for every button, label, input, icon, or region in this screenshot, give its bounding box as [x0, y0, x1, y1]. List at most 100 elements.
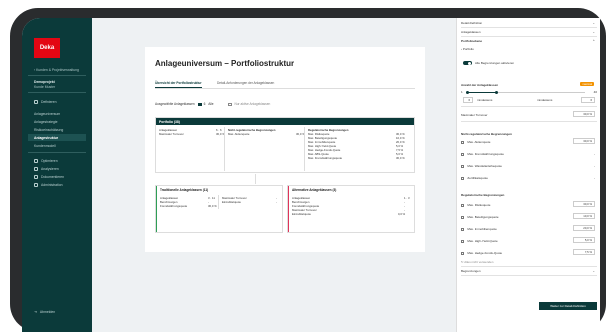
row-label: Einzeltitelquote [222, 200, 241, 204]
main-area: Anlageuniversum – Portfoliostruktur Über… [92, 18, 456, 332]
range-handle-min[interactable] [466, 91, 469, 94]
nav-definieren[interactable]: Definieren [28, 98, 86, 105]
checkbox[interactable] [461, 215, 465, 219]
checkbox[interactable] [461, 176, 465, 180]
limit-label: Max. Wandelanleihequote [467, 164, 502, 168]
checkbox[interactable] [461, 227, 465, 231]
row-label: Einzeltitelquote [292, 212, 311, 216]
count-badge[interactable]: maximal [580, 82, 594, 86]
min-input[interactable]: 6 [463, 97, 473, 103]
limit-input[interactable]: 30,0 % [573, 138, 595, 144]
chevron-down-icon: ⌄ [592, 21, 595, 25]
nav-anlageuniversum[interactable]: Anlageuniversum [28, 110, 86, 117]
chevron-down-icon: ⌄ [592, 269, 595, 273]
filter-value: 6 [203, 102, 206, 106]
limit-input[interactable]: 5,0 % [573, 237, 595, 243]
logout-button[interactable]: ⇥ Abmelden [28, 308, 86, 315]
row-label: Maximaler Turnover [159, 132, 184, 136]
screen: Deka ‹ Kunden & Projektverwaltung Demopr… [22, 18, 600, 332]
limit-input[interactable]: 10,0 % [573, 213, 595, 219]
row-value: 30,0 % [396, 156, 405, 160]
more-label: Alles nicht verwenden [464, 260, 494, 264]
limit-label: Max. Risikoquote [467, 203, 491, 207]
accordion-label: Portfolioebene [461, 39, 483, 43]
sub-label: Portfolio [462, 47, 474, 51]
nav-optimieren[interactable]: Optimieren [28, 157, 86, 164]
limit-value: - [594, 164, 595, 168]
content-card: Anlageuniversum – Portfoliostruktur Über… [145, 47, 425, 252]
row-value: - [276, 200, 277, 204]
range-handle-max[interactable] [495, 91, 498, 94]
slider-max: 40 [593, 90, 597, 94]
nav-administration[interactable]: Administration [28, 181, 86, 188]
portfolio-title: Portfolio (38) [156, 118, 414, 125]
nav-risiko[interactable]: Risikoeinschätzung [28, 126, 86, 133]
checkbox[interactable] [461, 251, 465, 255]
filter-all[interactable]: Alle [208, 102, 213, 106]
nav-label: Kundenmodell [34, 143, 56, 148]
more-link[interactable]: ↻ Alles nicht verwenden [461, 260, 597, 264]
divider [461, 266, 597, 267]
limit-input[interactable]: 20,0 % [573, 225, 595, 231]
nav-kundenmodell[interactable]: Kundenmodell [28, 142, 86, 149]
divider [218, 195, 219, 209]
nav-analysieren[interactable]: Analysieren [28, 165, 86, 172]
divider [28, 92, 86, 93]
limit-label: Max. High-Yield-Quote [467, 239, 498, 243]
row-value: 0,0 % [398, 212, 406, 216]
accordion-anlageklassen[interactable]: Anlageklassen ⌄ [461, 30, 597, 34]
limit-input[interactable]: 7,5 % [573, 249, 595, 255]
tab-overview[interactable]: Übersicht der Portfoliostruktur [155, 81, 202, 88]
accordion-label: Begrenzungen [461, 269, 481, 273]
divider [461, 106, 597, 107]
limit-label: Max. Immobilienquote [467, 227, 497, 231]
nav-dokumentieren[interactable]: Dokumentieren [28, 173, 86, 180]
toggle-icon[interactable] [197, 102, 202, 106]
checkbox[interactable] [461, 203, 465, 207]
nav-anlagestruktur[interactable]: Anlagestruktur [28, 134, 86, 141]
nav-anlagestrategie[interactable]: Anlagestrategie [28, 118, 86, 125]
accordion-label: Detail-Definition [461, 21, 483, 25]
back-link[interactable]: ‹ Kunden & Projektverwaltung [34, 68, 79, 72]
nav-label: Risikoeinschätzung [34, 127, 64, 132]
limit-value: - [594, 176, 595, 180]
nav-label: Anlageuniversum [34, 111, 61, 116]
portfolio-panel: Portfolio (38) Anlageklassen 6 · 6 Maxim… [155, 117, 415, 173]
checkbox[interactable] [461, 140, 465, 144]
filter-other[interactable]: Nur aktive Anlageklassen [234, 102, 270, 106]
all-limits-toggle[interactable] [463, 61, 472, 66]
project-title: Demoprojekt [34, 80, 55, 84]
divider [461, 27, 597, 28]
turnover-input[interactable]: 30,0 % [573, 111, 595, 117]
row-label: Fremdwährungsquote [160, 204, 188, 208]
logout-icon: ⇥ [34, 309, 37, 314]
max-input[interactable]: 6 [581, 97, 595, 103]
accordion-detail[interactable]: Detail-Definition ⌄ [461, 21, 597, 25]
divider [28, 75, 86, 76]
divider [461, 36, 597, 37]
range-track [497, 92, 585, 93]
checkbox[interactable] [461, 239, 465, 243]
accordion-begrenzungen[interactable]: Begrenzungen ⌄ [461, 269, 597, 273]
pencil-icon [34, 99, 38, 104]
checkbox[interactable] [461, 152, 465, 156]
accordion-label: Anlageklassen [461, 30, 481, 34]
limit-input[interactable]: 30,0 % [573, 201, 595, 207]
divider [461, 275, 597, 276]
accordion-portfolioebene[interactable]: Portfolioebene ⌃ [461, 39, 597, 43]
tab-details[interactable]: Detail-Anforderungen der Anlageklassen [217, 81, 274, 85]
nonreg-title: Nicht-regulatorische Begrenzungen [461, 132, 512, 136]
back-label: Kunden & Projektverwaltung [36, 68, 79, 72]
sub-portfolio[interactable]: › Portfolio [461, 47, 597, 51]
detail-panel: Detail-Definition ⌄ Anlageklassen ⌄ Portfo… [456, 18, 600, 332]
nav-label: Optimieren [41, 158, 58, 163]
nav-label: Anlagestrategie [34, 119, 58, 124]
checkbox[interactable] [461, 164, 465, 168]
radio-icon[interactable] [228, 102, 233, 106]
connector [255, 174, 256, 184]
reg-title: Regulatorische Begrenzungen [461, 193, 505, 197]
tab-bar: Übersicht der Portfoliostruktur Detail-A… [155, 81, 415, 89]
row-label: Max. Aktienquote [228, 132, 250, 136]
chevron-right-icon: › [461, 47, 462, 51]
continue-button[interactable]: Weiter zur Detail-Definition [539, 302, 597, 310]
